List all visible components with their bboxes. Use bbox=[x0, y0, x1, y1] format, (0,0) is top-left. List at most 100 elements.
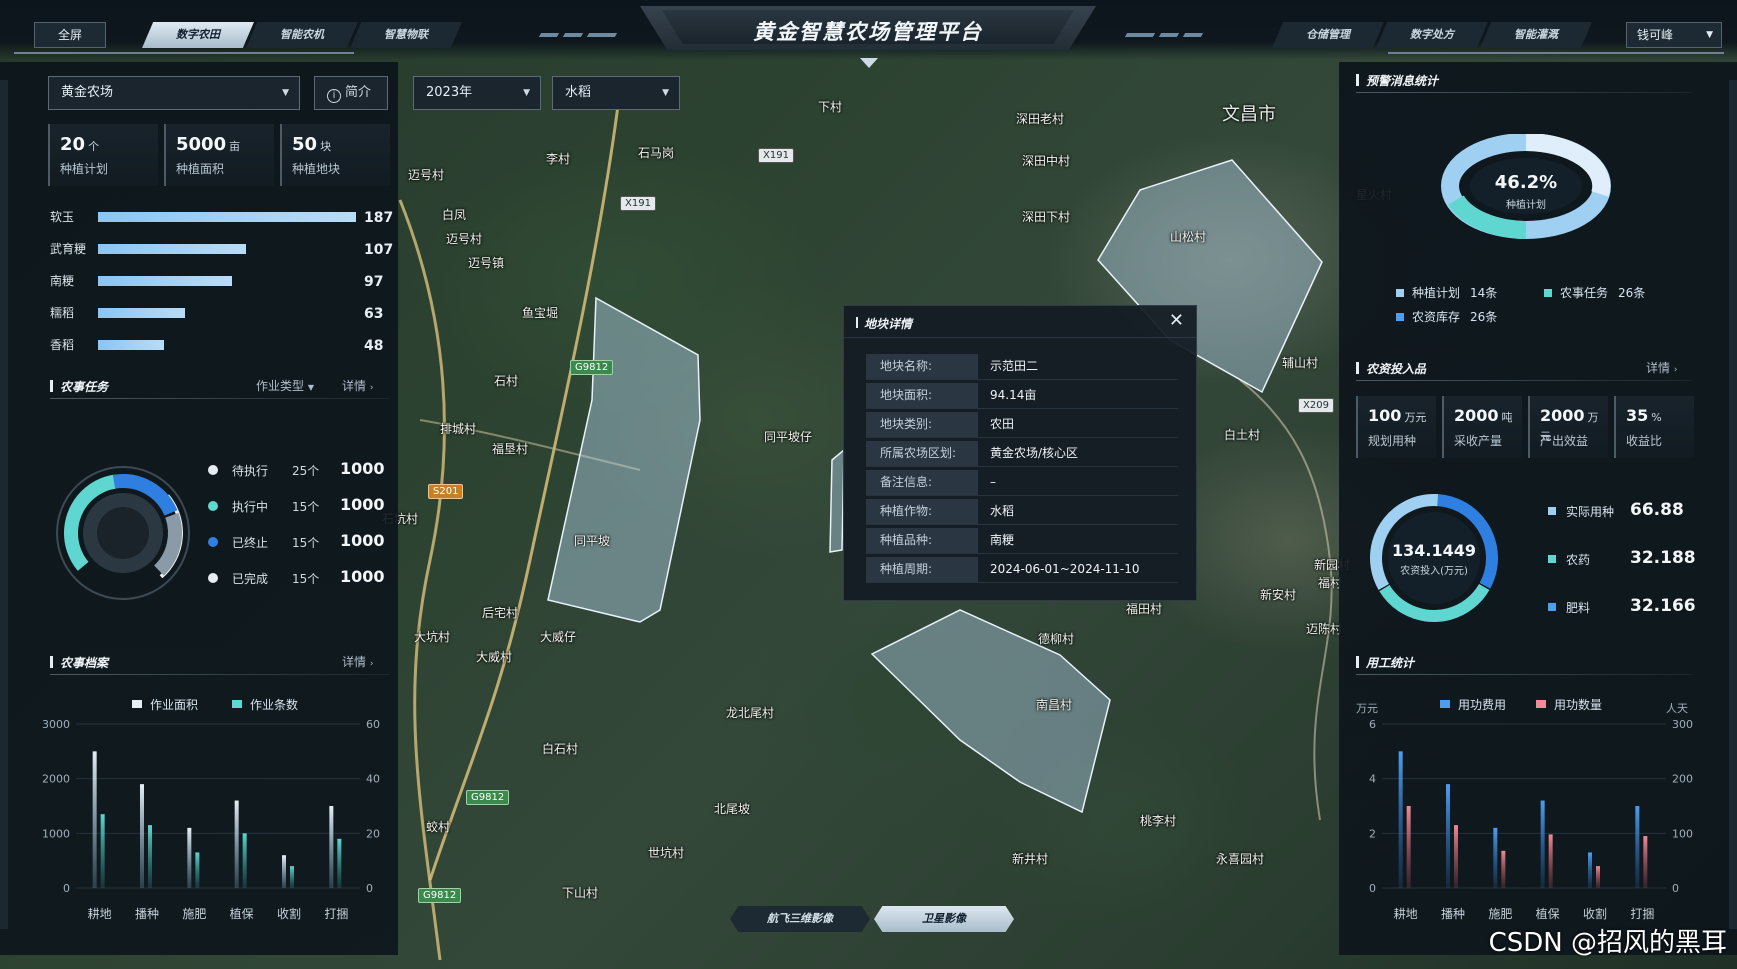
tab-digital-field[interactable]: 数字农田 bbox=[142, 22, 254, 48]
farm-select-value: 黄金农场 bbox=[61, 85, 114, 100]
stat-num: 20 bbox=[60, 134, 86, 155]
stat-label: 种植面积 bbox=[176, 162, 225, 176]
bar-series-1 bbox=[1493, 827, 1498, 888]
y-tick-left: 2000 bbox=[42, 773, 70, 786]
input-legend-item: 农药 32.188 bbox=[1548, 548, 1698, 572]
farm-select[interactable]: 黄金农场 ▼ bbox=[48, 76, 300, 110]
chevron-right-icon: › bbox=[369, 383, 374, 393]
archive-detail-link[interactable]: 详情 › bbox=[342, 653, 373, 670]
x-tick: 播种 bbox=[1441, 907, 1465, 921]
x-tick: 收割 bbox=[277, 906, 301, 921]
task-type-filter[interactable]: 作业类型 ▼ bbox=[256, 377, 314, 394]
map-place-label: 深田下村 bbox=[1022, 210, 1071, 224]
input-item-name: 肥料 bbox=[1566, 601, 1591, 615]
variety-name: 软玉 bbox=[50, 210, 75, 224]
variety-bar-row: 软玉 187 bbox=[50, 206, 394, 228]
input-item-name: 农药 bbox=[1566, 553, 1591, 567]
map-place-label: 辅山村 bbox=[1282, 356, 1319, 370]
variety-bar bbox=[98, 308, 185, 318]
year-select[interactable]: 2023年 ▼ bbox=[413, 76, 541, 110]
task-legend-item: 待执行 25个 1000 bbox=[208, 459, 388, 480]
map-place-label: 大坑村 bbox=[414, 630, 451, 644]
map-place-label: 大威仔 bbox=[540, 630, 577, 644]
chevron-right-icon: › bbox=[369, 659, 374, 669]
bar-series-1 bbox=[140, 784, 144, 888]
x-tick: 打捆 bbox=[324, 907, 348, 921]
archive-bar-chart: 0 1000 2000 3000 0 20 40 60 耕地 播种 施肥 植保 收割 打捆 bbox=[42, 718, 380, 921]
map-place-label: 白石村 bbox=[542, 742, 579, 756]
variety-bar-row: 南粳 97 bbox=[50, 270, 390, 292]
input-total: 134.1449 bbox=[1391, 541, 1476, 560]
road-tag: G9812 bbox=[418, 888, 462, 903]
map-place-label: 桃李村 bbox=[1140, 814, 1177, 828]
crop-select[interactable]: 水稻 ▼ bbox=[552, 76, 680, 110]
intro-label: 简介 bbox=[345, 85, 372, 100]
year-value: 2023年 bbox=[426, 85, 473, 100]
tab-smart-irrigation[interactable]: 智能灌溉 bbox=[1480, 22, 1592, 48]
stat-unit: % bbox=[1651, 411, 1662, 424]
bar-series-2 bbox=[1643, 836, 1648, 888]
user-menu[interactable]: 钱可峰 ▼ bbox=[1626, 22, 1722, 48]
input-item-value: 32.166 bbox=[1630, 596, 1696, 616]
x-tick: 植保 bbox=[1536, 906, 1560, 921]
popup-row: 种植品种: 南粳 bbox=[866, 528, 1178, 554]
task-status: 待执行 bbox=[232, 464, 269, 478]
map-place-label: 李村 bbox=[546, 152, 571, 166]
popup-row: 地块类别: 农田 bbox=[866, 412, 1178, 438]
tab-smart-iot[interactable]: 智慧物联 bbox=[350, 22, 462, 48]
warn-percent: 46.2% bbox=[1494, 172, 1558, 193]
input-stat-card: 100 万元 规划用种 bbox=[1356, 396, 1436, 458]
popup-value: 94.14亩 bbox=[990, 388, 1037, 402]
aerial-3d-button[interactable]: 航飞三维影像 bbox=[730, 906, 870, 932]
bar-series-1 bbox=[1398, 751, 1403, 888]
x-tick: 施肥 bbox=[182, 907, 206, 921]
tab-smart-machinery[interactable]: 智能农机 bbox=[246, 22, 358, 48]
popup-value: – bbox=[990, 475, 996, 489]
stat-area: 5000 亩 种植面积 bbox=[164, 124, 274, 186]
map-place-label: 北尾坡 bbox=[714, 802, 751, 816]
bar-series-1 bbox=[1446, 784, 1450, 888]
y-tick-right: 60 bbox=[366, 718, 380, 731]
legend-swatch bbox=[1544, 289, 1552, 297]
popup-value: 示范田二 bbox=[990, 359, 1039, 373]
bar-series-2 bbox=[1548, 834, 1553, 888]
close-icon[interactable]: ✕ bbox=[1169, 310, 1184, 331]
popup-row: 所属农场区划: 黄金农场/核心区 bbox=[866, 441, 1178, 467]
map-place-label: 蛟村 bbox=[426, 820, 451, 834]
left-frame bbox=[0, 80, 8, 929]
legend-swatch bbox=[1548, 555, 1556, 563]
fullscreen-button[interactable]: 全屏 bbox=[34, 22, 106, 48]
map-place-label: 世坑村 bbox=[648, 846, 685, 860]
bar-series-1 bbox=[282, 855, 286, 888]
bar-series-1 bbox=[1635, 806, 1640, 888]
variety-value: 187 bbox=[364, 210, 394, 226]
warn-count: 26条 bbox=[1618, 286, 1646, 300]
map-place-label: 德柳村 bbox=[1038, 632, 1075, 646]
y-tick-left: 4 bbox=[1369, 773, 1376, 786]
x-tick: 施肥 bbox=[1488, 907, 1512, 921]
chevron-down-icon: ▼ bbox=[523, 88, 530, 98]
bar-series-2 bbox=[290, 866, 294, 888]
map-place-label: 永喜园村 bbox=[1216, 852, 1265, 866]
satellite-button[interactable]: 卫星影像 bbox=[874, 906, 1014, 932]
map-place-label: 同平坡仔 bbox=[764, 430, 813, 444]
status-dot bbox=[208, 537, 218, 547]
bar-series-2 bbox=[1406, 806, 1411, 888]
map-place-label: 深田老村 bbox=[1016, 112, 1065, 126]
input-detail-link[interactable]: 详情 › bbox=[1646, 359, 1677, 376]
y-tick-left: 0 bbox=[1369, 882, 1376, 895]
tab-digital-prescription[interactable]: 数字处方 bbox=[1376, 22, 1488, 48]
stat-num: 2000 bbox=[1454, 406, 1499, 425]
y-tick-right: 100 bbox=[1672, 827, 1693, 840]
popup-key: 种植作物: bbox=[866, 499, 978, 524]
variety-name: 武育粳 bbox=[50, 242, 87, 256]
warn-legend-item: 种植计划 14条 bbox=[1396, 284, 1497, 301]
tab-warehouse[interactable]: 仓储管理 bbox=[1272, 22, 1384, 48]
intro-button[interactable]: i 简介 bbox=[314, 76, 388, 110]
task-legend-item: 已完成 15个 1000 bbox=[208, 567, 388, 588]
popup-value: 农田 bbox=[990, 417, 1015, 431]
variety-bar bbox=[98, 212, 356, 222]
popup-key: 地块类别: bbox=[866, 412, 978, 437]
tasks-detail-link[interactable]: 详情 › bbox=[342, 377, 373, 394]
map-place-label: 石村 bbox=[494, 374, 519, 388]
